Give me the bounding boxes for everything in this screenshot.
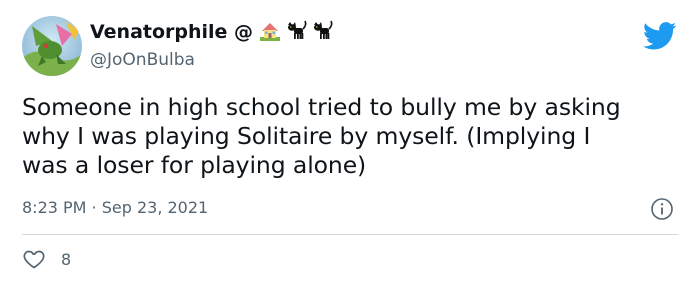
tweet-card: Venatorphile @ @JoOnBulba Someone in hig…: [0, 0, 700, 282]
user-handle[interactable]: @JoOnBulba: [90, 50, 195, 70]
heart-icon: [23, 250, 45, 269]
house-emoji-icon: [260, 23, 280, 41]
name-emojis: [258, 19, 334, 43]
black-cat-emoji-icon: [314, 20, 333, 39]
avatar-image: [22, 16, 82, 76]
info-icon[interactable]: [650, 197, 674, 221]
like-button[interactable]: 8: [22, 247, 71, 271]
tweet-timestamp[interactable]: 8:23 PM · Sep 23, 2021: [22, 198, 208, 217]
avatar[interactable]: [22, 16, 82, 76]
tweet-text: Someone in high school tried to bully me…: [22, 93, 621, 179]
like-count: 8: [61, 249, 72, 269]
divider: [22, 234, 678, 235]
black-cat-emoji-icon: [288, 20, 307, 39]
twitter-bird-icon[interactable]: [643, 22, 677, 50]
display-name[interactable]: Venatorphile @: [90, 21, 253, 43]
